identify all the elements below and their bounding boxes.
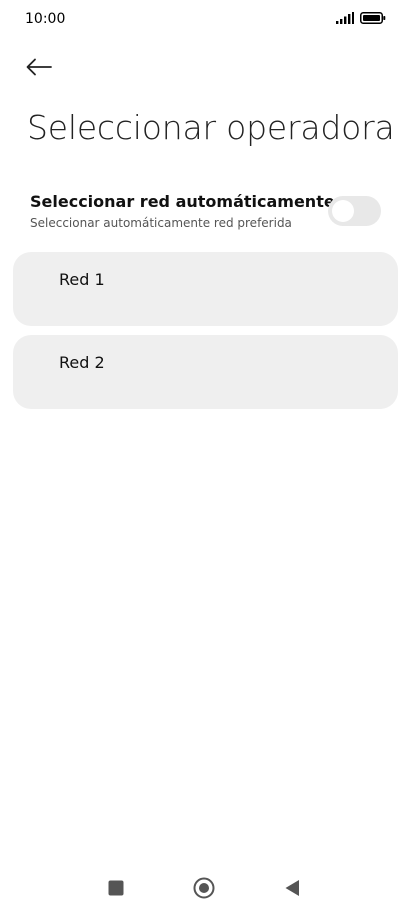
toggle-knob — [332, 200, 354, 222]
circle-icon — [193, 877, 215, 903]
navigation-bar — [0, 864, 411, 914]
home-button[interactable] — [192, 877, 216, 903]
auto-select-toggle[interactable] — [328, 196, 381, 226]
network-label: Red 2 — [59, 353, 105, 372]
back-button[interactable] — [26, 54, 60, 84]
status-bar: 10:00 — [0, 0, 411, 40]
page-title: Seleccionar operadora — [27, 108, 395, 147]
triangle-back-icon — [284, 879, 300, 901]
nav-back-button[interactable] — [280, 878, 304, 902]
square-icon — [108, 880, 124, 900]
status-time: 10:00 — [25, 11, 66, 27]
status-icons — [336, 12, 386, 24]
auto-select-network-row[interactable]: Seleccionar red automáticamente Seleccio… — [30, 189, 386, 237]
battery-icon — [360, 12, 386, 24]
network-label: Red 1 — [59, 270, 105, 289]
arrow-left-icon — [26, 58, 52, 80]
network-item-red-1[interactable]: Red 1 — [13, 252, 398, 326]
signal-icon — [336, 12, 354, 24]
auto-select-title: Seleccionar red automáticamente — [30, 192, 335, 211]
recents-button[interactable] — [104, 878, 128, 902]
auto-select-subtitle: Seleccionar automáticamente red preferid… — [30, 216, 292, 230]
network-item-red-2[interactable]: Red 2 — [13, 335, 398, 409]
